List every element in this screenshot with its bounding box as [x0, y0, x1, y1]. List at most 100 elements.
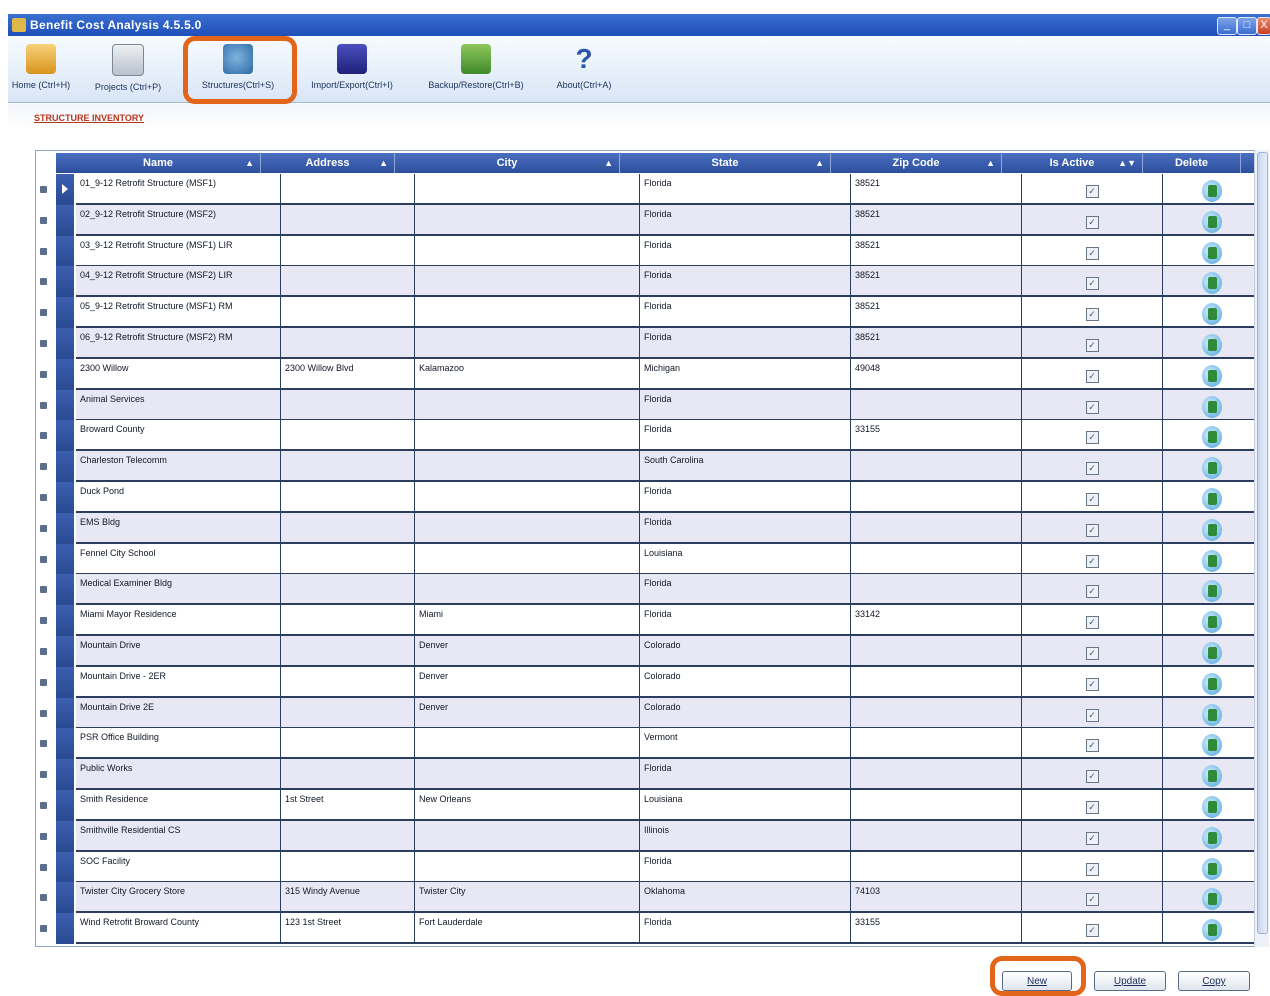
sort-indicator-icon[interactable]: ▲: [604, 153, 613, 173]
column-header-address[interactable]: Address ▲: [261, 153, 395, 173]
is-active-checkbox[interactable]: ✓: [1085, 647, 1099, 660]
expand-row-icon[interactable]: [40, 894, 47, 902]
name-cell[interactable]: Public Works: [76, 759, 281, 791]
name-cell[interactable]: Broward County: [76, 420, 281, 452]
state-cell[interactable]: Florida: [640, 913, 851, 945]
table-row[interactable]: 2300 Willow 2300 Willow Blvd Kalamazoo Mich…: [40, 358, 1261, 390]
row-selector[interactable]: [56, 297, 74, 329]
delete-icon[interactable]: [1201, 457, 1222, 480]
column-header-zip-code[interactable]: Zip Code ▲: [831, 153, 1002, 173]
expand-row-icon[interactable]: [40, 863, 47, 871]
zip-code-cell[interactable]: 33142: [851, 605, 1022, 637]
delete-icon[interactable]: [1201, 580, 1222, 603]
row-selector[interactable]: [56, 790, 74, 821]
city-cell[interactable]: [415, 512, 640, 544]
name-cell[interactable]: 06_9-12 Retrofit Structure (MSF2) RM: [76, 328, 281, 359]
state-cell[interactable]: Florida: [640, 389, 851, 421]
is-active-checkbox[interactable]: ✓: [1085, 400, 1099, 414]
row-selector[interactable]: [56, 235, 74, 267]
zip-code-cell[interactable]: [851, 574, 1022, 606]
row-selector[interactable]: [56, 420, 74, 452]
zip-code-cell[interactable]: 38521: [851, 328, 1022, 359]
zip-code-cell[interactable]: 49048: [851, 358, 1022, 390]
zip-code-cell[interactable]: 38521: [851, 204, 1022, 236]
zip-code-cell[interactable]: [851, 451, 1022, 483]
is-active-checkbox[interactable]: ✓: [1085, 862, 1099, 876]
is-active-checkbox[interactable]: ✓: [1085, 831, 1099, 845]
state-cell[interactable]: Vermont: [640, 728, 851, 760]
expand-row-icon[interactable]: [40, 648, 47, 655]
address-cell[interactable]: [281, 174, 415, 205]
expand-row-icon[interactable]: [40, 586, 47, 594]
address-cell[interactable]: [281, 389, 415, 421]
column-header-delete[interactable]: Delete: [1143, 153, 1241, 173]
table-row[interactable]: Charleston Telecomm South Carolina ✓: [40, 451, 1261, 483]
name-cell[interactable]: 2300 Willow: [76, 358, 281, 390]
table-row[interactable]: Medical Examiner Bldg Florida ✓: [40, 574, 1261, 606]
row-selector[interactable]: [56, 451, 74, 483]
is-active-checkbox[interactable]: ✓: [1085, 585, 1099, 599]
minimize-button[interactable]: _: [1217, 17, 1237, 35]
city-cell[interactable]: [415, 759, 640, 791]
is-active-checkbox[interactable]: ✓: [1085, 924, 1099, 938]
row-selector[interactable]: [56, 266, 74, 298]
state-cell[interactable]: Michigan: [640, 358, 851, 390]
delete-icon[interactable]: [1201, 549, 1222, 572]
expand-row-icon[interactable]: [40, 247, 47, 255]
table-row[interactable]: Fennel City School Louisiana ✓: [40, 543, 1261, 575]
name-cell[interactable]: 01_9-12 Retrofit Structure (MSF1): [76, 174, 281, 205]
zip-code-cell[interactable]: 33155: [851, 420, 1022, 452]
name-cell[interactable]: 05_9-12 Retrofit Structure (MSF1) RM: [76, 297, 281, 329]
delete-icon[interactable]: [1201, 272, 1222, 295]
delete-icon[interactable]: [1201, 364, 1222, 387]
table-row[interactable]: 05_9-12 Retrofit Structure (MSF1) RM Flor…: [40, 297, 1261, 329]
expand-row-icon[interactable]: [40, 802, 47, 809]
address-cell[interactable]: 315 Windy Avenue: [281, 882, 415, 914]
delete-icon[interactable]: [1201, 672, 1222, 695]
delete-icon[interactable]: [1201, 611, 1222, 634]
update-button[interactable]: Update: [1094, 971, 1166, 991]
expand-row-icon[interactable]: [40, 432, 47, 440]
delete-icon[interactable]: [1201, 888, 1222, 911]
table-row[interactable]: Mountain Drive - 2ER Denver Colorado ✓: [40, 666, 1261, 698]
expand-row-icon[interactable]: [40, 709, 47, 717]
expand-row-icon[interactable]: [40, 463, 47, 471]
state-cell[interactable]: Oklahoma: [640, 882, 851, 914]
is-active-checkbox[interactable]: ✓: [1085, 770, 1099, 784]
address-cell[interactable]: [281, 204, 415, 236]
toolbar-backup-restore[interactable]: Backup/Restore(Ctrl+B): [416, 40, 536, 90]
delete-icon[interactable]: [1201, 796, 1222, 818]
expand-row-icon[interactable]: [40, 678, 47, 686]
row-selector[interactable]: [56, 605, 74, 637]
row-selector[interactable]: [56, 851, 74, 883]
city-cell[interactable]: [415, 728, 640, 760]
city-cell[interactable]: [415, 420, 640, 452]
row-selector[interactable]: [56, 328, 74, 359]
zip-code-cell[interactable]: [851, 666, 1022, 698]
address-cell[interactable]: [281, 420, 415, 452]
table-row[interactable]: PSR Office Building Vermont ✓: [40, 728, 1261, 760]
address-cell[interactable]: [281, 482, 415, 513]
copy-button[interactable]: Copy: [1178, 971, 1250, 991]
expand-row-icon[interactable]: [40, 617, 47, 625]
name-cell[interactable]: 03_9-12 Retrofit Structure (MSF1) LIR: [76, 235, 281, 267]
expand-row-icon[interactable]: [40, 186, 47, 193]
city-cell[interactable]: [415, 389, 640, 421]
state-cell[interactable]: Florida: [640, 420, 851, 452]
table-row[interactable]: EMS Bldg Florida ✓: [40, 512, 1261, 544]
scrollbar-thumb[interactable]: [1257, 152, 1268, 934]
is-active-checkbox[interactable]: ✓: [1085, 893, 1099, 907]
address-cell[interactable]: [281, 820, 415, 852]
table-row[interactable]: Miami Mayor Residence Miami Florida 33142 ✓: [40, 605, 1261, 637]
name-cell[interactable]: Mountain Drive 2E: [76, 697, 281, 729]
state-cell[interactable]: South Carolina: [640, 451, 851, 483]
zip-code-cell[interactable]: 74103: [851, 882, 1022, 914]
state-cell[interactable]: Florida: [640, 605, 851, 637]
zip-code-cell[interactable]: [851, 697, 1022, 729]
delete-icon[interactable]: [1201, 857, 1222, 880]
address-cell[interactable]: [281, 666, 415, 698]
expand-row-icon[interactable]: [40, 524, 47, 532]
zip-code-cell[interactable]: 38521: [851, 266, 1022, 298]
toolbar-home[interactable]: Home (Ctrl+H): [10, 40, 72, 90]
row-selector[interactable]: [56, 882, 74, 914]
